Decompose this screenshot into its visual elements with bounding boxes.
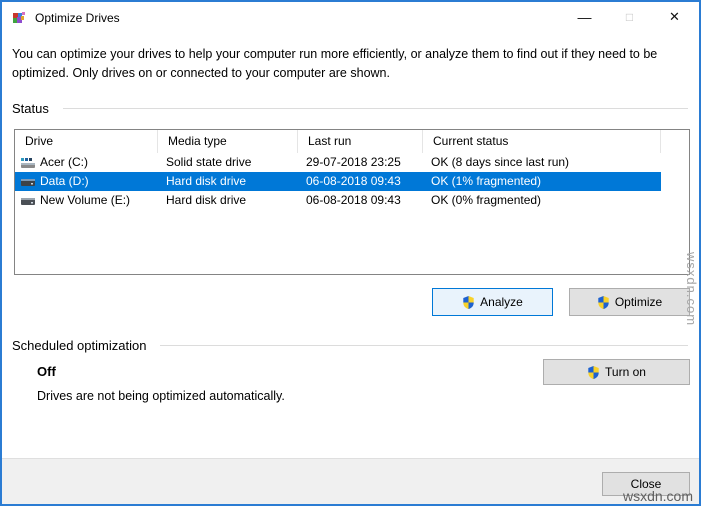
- dialog-description: You can optimize your drives to help you…: [12, 47, 658, 80]
- current-status: OK (8 days since last run): [431, 155, 570, 169]
- current-status: OK (0% fragmented): [431, 193, 542, 207]
- last-run: 06-08-2018 09:43: [306, 193, 401, 207]
- scheduled-optimization-group-header: Scheduled optimization: [12, 338, 688, 353]
- analyze-button[interactable]: Analyze: [432, 288, 553, 316]
- analyze-button-label: Analyze: [480, 295, 523, 309]
- scheduled-optimization-label: Scheduled optimization: [12, 338, 147, 353]
- window-title: Optimize Drives: [35, 11, 120, 25]
- last-run: 29-07-2018 23:25: [306, 155, 401, 169]
- drive-name: New Volume (E:): [40, 193, 131, 207]
- watermark-bottom: wsxdn.com: [622, 488, 693, 504]
- footer-bar: [2, 458, 699, 504]
- optimize-drives-window: Optimize Drives — □ ✕ You can optimize y…: [0, 0, 701, 506]
- table-row[interactable]: New Volume (E:) Hard disk drive 06-08-20…: [15, 191, 689, 210]
- uac-shield-icon: [463, 295, 474, 309]
- uac-shield-icon: [598, 295, 609, 309]
- turn-on-button[interactable]: Turn on: [543, 359, 690, 385]
- optimize-button[interactable]: Optimize: [569, 288, 690, 316]
- watermark-vertical: wsxdn.com: [684, 252, 699, 327]
- schedule-state: Off: [37, 364, 56, 379]
- last-run: 06-08-2018 09:43: [306, 174, 401, 188]
- media-type: Solid state drive: [166, 155, 252, 169]
- column-header-drive[interactable]: Drive: [15, 130, 158, 153]
- schedule-detail: Drives are not being optimized automatic…: [37, 389, 285, 403]
- table-row[interactable]: Acer (C:) Solid state drive 29-07-2018 2…: [15, 153, 689, 172]
- hdd-drive-icon: [21, 197, 35, 205]
- column-header-current-status[interactable]: Current status: [423, 130, 661, 153]
- column-header-blank: [661, 130, 689, 153]
- uac-shield-icon: [588, 365, 599, 379]
- maximize-icon: □: [625, 10, 634, 24]
- drive-name: Acer (C:): [40, 155, 88, 169]
- ssd-drive-icon: [21, 157, 35, 168]
- defrag-app-icon: [11, 10, 27, 26]
- blank-cell: [661, 191, 689, 210]
- table-row[interactable]: Data (D:) Hard disk drive 06-08-2018 09:…: [15, 172, 689, 191]
- drive-name: Data (D:): [40, 174, 89, 188]
- scheduled-optimization-rule: [160, 345, 688, 346]
- status-group-header: Status: [12, 101, 688, 116]
- titlebar: Optimize Drives — □ ✕: [2, 2, 699, 34]
- media-type: Hard disk drive: [166, 193, 247, 207]
- minimize-icon[interactable]: —: [562, 2, 607, 34]
- column-header-media-type[interactable]: Media type: [158, 130, 298, 153]
- status-group-label: Status: [12, 101, 49, 116]
- blank-cell: [661, 172, 689, 191]
- drive-list-header: Drive Media type Last run Current status: [15, 130, 689, 153]
- drive-list: Drive Media type Last run Current status…: [14, 129, 690, 275]
- optimize-button-label: Optimize: [614, 295, 663, 309]
- hdd-drive-icon: [21, 178, 35, 186]
- current-status: OK (1% fragmented): [431, 174, 542, 188]
- status-group-rule: [62, 108, 688, 109]
- close-icon[interactable]: ✕: [652, 2, 697, 34]
- turn-on-button-label: Turn on: [605, 365, 646, 379]
- column-header-last-run[interactable]: Last run: [298, 130, 423, 153]
- media-type: Hard disk drive: [166, 174, 247, 188]
- blank-cell: [661, 153, 689, 172]
